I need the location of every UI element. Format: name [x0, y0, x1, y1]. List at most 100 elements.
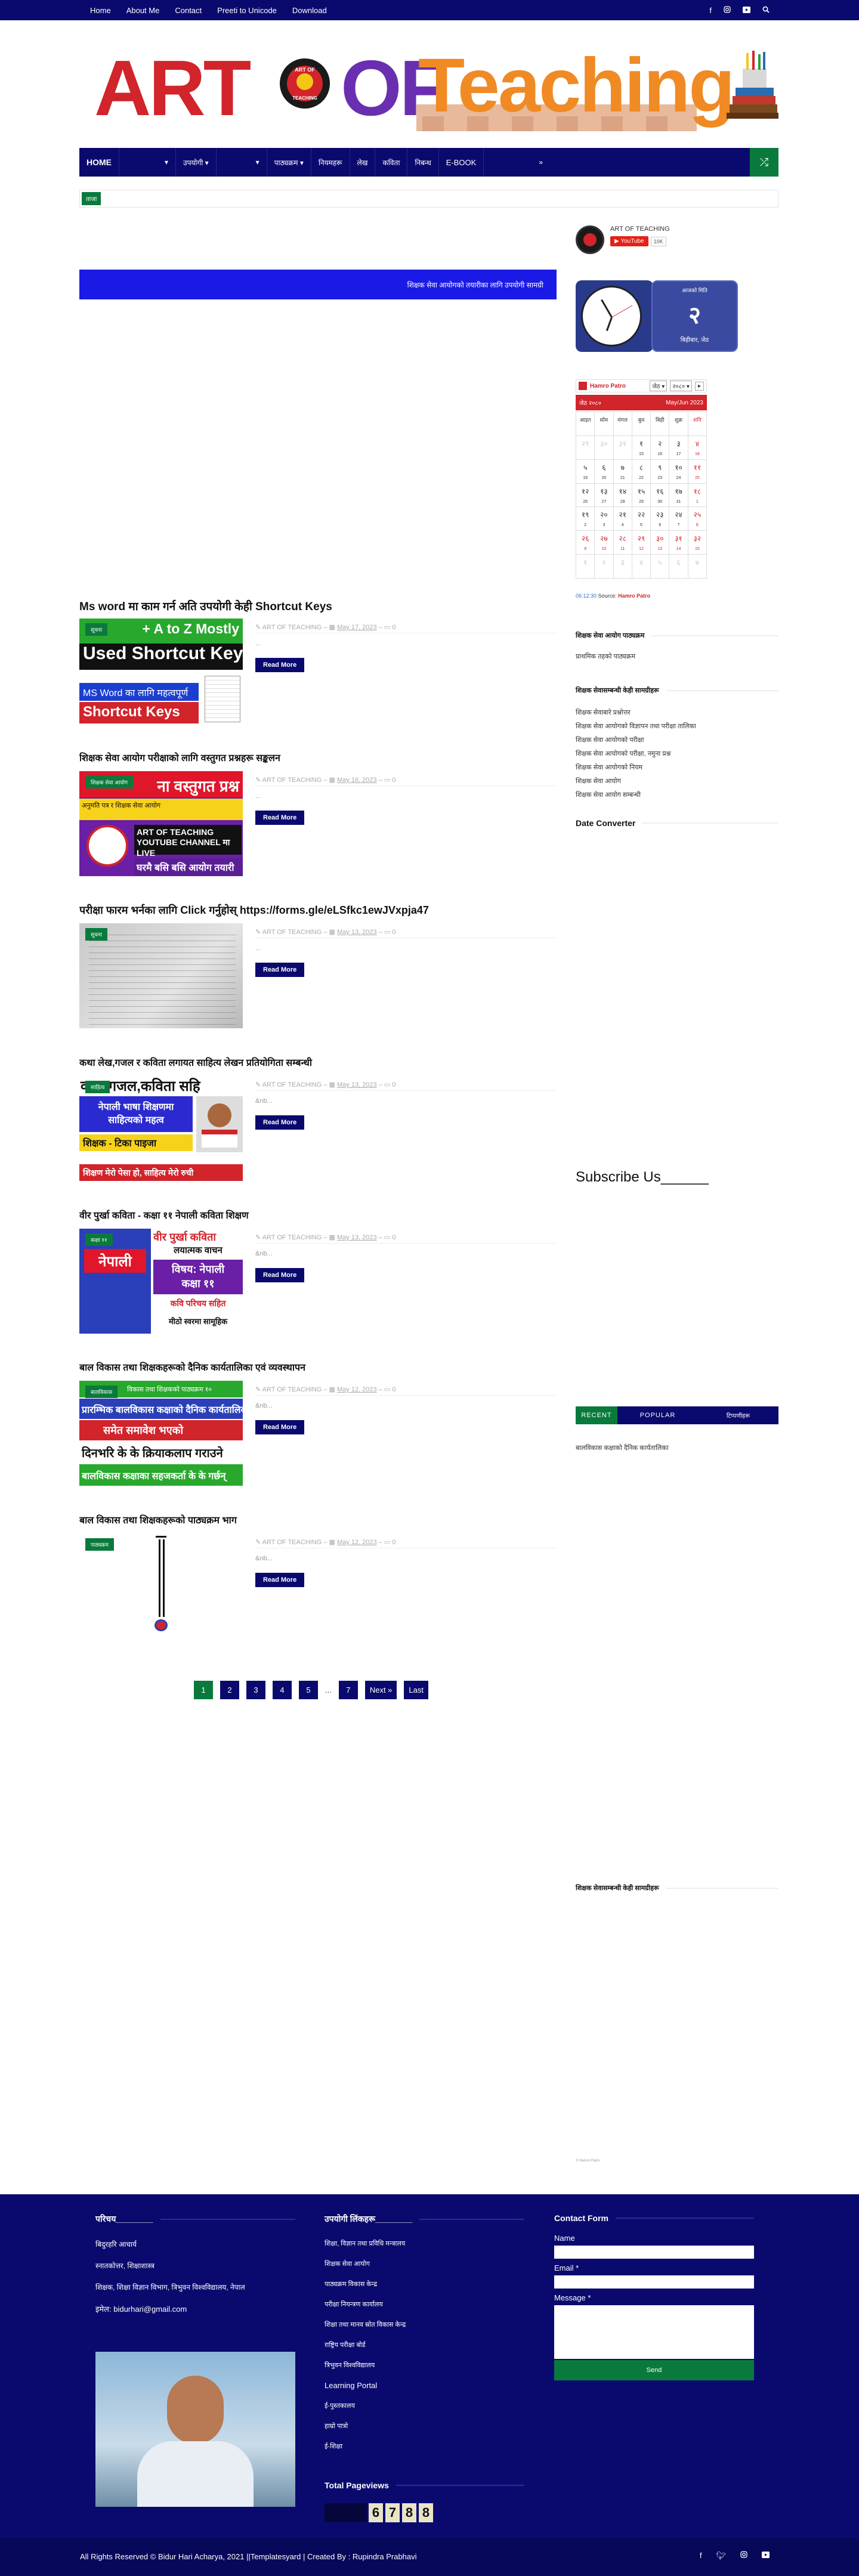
- tab-popular[interactable]: POPULAR: [617, 1406, 698, 1424]
- nav-rules[interactable]: नियमहरू: [311, 148, 350, 177]
- post-comments[interactable]: 0: [392, 1539, 395, 1546]
- post-date[interactable]: May 13, 2023: [337, 929, 377, 936]
- facebook-icon[interactable]: f: [700, 2551, 702, 2560]
- calendar-source-link[interactable]: Hamro Patro: [618, 593, 650, 599]
- marquee-banner[interactable]: शिक्षक सेवा आयोगको तयारीका लागि उपयोगी स…: [79, 270, 557, 299]
- post-title[interactable]: वीर पुर्खा कविता - कक्षा ११ नेपाली कविता…: [79, 1208, 557, 1221]
- post-title[interactable]: कथा लेख,गजल र कविता लगायत साहित्य लेखन प…: [79, 1056, 557, 1069]
- footer-link[interactable]: हाम्रो पात्रो: [325, 2422, 524, 2430]
- post-title[interactable]: बाल विकास तथा शिक्षकहरूको पाठ्यक्रम भाग: [79, 1513, 557, 1526]
- post-date[interactable]: May 12, 2023: [337, 1386, 377, 1393]
- footer-link[interactable]: शिक्षा, विज्ञान तथा प्रविधि मन्त्रालय: [325, 2239, 524, 2248]
- post-category-badge[interactable]: सूचना: [85, 623, 108, 636]
- footer-link[interactable]: शिक्षा तथा मानव स्रोत विकास केन्द्र: [325, 2320, 524, 2329]
- topnav-home[interactable]: Home: [90, 6, 111, 15]
- hamro-patro-brand[interactable]: Hamro Patro: [590, 383, 626, 389]
- link-item[interactable]: शिक्षक सेवाबारे प्रश्नोत्तर: [576, 708, 778, 717]
- footer-link[interactable]: ई-पुस्तकालय: [325, 2401, 524, 2410]
- post-date[interactable]: May 17, 2023: [337, 624, 377, 631]
- nav-more[interactable]: »: [532, 148, 550, 177]
- topnav-contact[interactable]: Contact: [175, 6, 202, 15]
- month-select[interactable]: जेठ ▾: [650, 381, 668, 391]
- post-comments[interactable]: 0: [392, 777, 395, 784]
- post-category-badge[interactable]: पाठ्यक्रम: [85, 1538, 114, 1551]
- post-title[interactable]: बाल विकास तथा शिक्षकहरूको दैनिक कार्यताल…: [79, 1360, 557, 1374]
- footer-link[interactable]: Learning Portal: [325, 2381, 524, 2390]
- post-author[interactable]: ART OF TEACHING: [262, 1081, 322, 1088]
- post-date[interactable]: May 12, 2023: [337, 1539, 377, 1546]
- page-1[interactable]: 1: [194, 1681, 213, 1699]
- post-comments[interactable]: 0: [392, 1234, 395, 1241]
- post-author[interactable]: ART OF TEACHING: [262, 1234, 322, 1241]
- name-field[interactable]: [554, 2246, 754, 2259]
- facebook-icon[interactable]: f: [709, 6, 712, 15]
- page-4[interactable]: 4: [273, 1681, 292, 1699]
- nav-poems[interactable]: कविता: [375, 148, 408, 177]
- post-date[interactable]: May 13, 2023: [337, 1081, 377, 1088]
- send-button[interactable]: Send: [554, 2360, 754, 2380]
- page-2[interactable]: 2: [220, 1681, 239, 1699]
- post-category-badge[interactable]: साहित्य: [85, 1081, 110, 1093]
- post-author[interactable]: ART OF TEACHING: [262, 929, 322, 936]
- post-comments[interactable]: 0: [392, 929, 395, 936]
- year-select[interactable]: २०८० ▾: [670, 381, 692, 391]
- post-category-badge[interactable]: बालविकास: [85, 1386, 118, 1398]
- post-title[interactable]: परीक्षा फारम भर्नका लागि Click गर्नुहोस्…: [79, 903, 557, 917]
- read-more-button[interactable]: Read More: [255, 1420, 305, 1434]
- read-more-button[interactable]: Read More: [255, 1115, 305, 1130]
- footer-link[interactable]: त्रिभुवन विश्वविद्यालय: [325, 2361, 524, 2370]
- tab-comments[interactable]: टिप्पणीहरू: [698, 1406, 778, 1424]
- post-author[interactable]: ART OF TEACHING: [262, 1386, 322, 1393]
- link-item[interactable]: शिक्षक सेवा आयोग: [576, 777, 778, 786]
- email-field[interactable]: [554, 2275, 754, 2289]
- nav-ebook[interactable]: E-BOOK: [439, 148, 484, 177]
- last-page-button[interactable]: Last: [404, 1681, 428, 1699]
- read-more-button[interactable]: Read More: [255, 963, 305, 977]
- link-item[interactable]: शिक्षक सेवा आयोगको परीक्षा, नमुना प्रश्न: [576, 749, 778, 758]
- instagram-icon[interactable]: [740, 2551, 747, 2560]
- link-item[interactable]: शिक्षक सेवा आयोग सम्बन्धी: [576, 790, 778, 799]
- link-item[interactable]: शिक्षक सेवा आयोगको परीक्षा: [576, 735, 778, 744]
- tab-recent[interactable]: RECENT: [576, 1406, 617, 1424]
- nav-articles[interactable]: लेख: [350, 148, 376, 177]
- footer-link[interactable]: ई-शिक्षा: [325, 2442, 524, 2451]
- post-category-badge[interactable]: शिक्षक सेवा आयोग: [85, 776, 134, 788]
- post-date[interactable]: May 16, 2023: [337, 777, 377, 784]
- post-category-badge[interactable]: सूचना: [85, 928, 108, 941]
- post-category-badge[interactable]: कक्षा ११: [85, 1233, 113, 1246]
- post-title[interactable]: शिक्षक सेवा आयोग परीक्षाको लागि वस्तुगत …: [79, 751, 557, 764]
- calendar-next-button[interactable]: ▸: [694, 381, 704, 391]
- footer-link[interactable]: राष्ट्रिय परीक्षा बोर्ड: [325, 2340, 524, 2349]
- footer-link[interactable]: शिक्षक सेवा आयोग: [325, 2259, 524, 2268]
- youtube-subscribe[interactable]: ▶ YouTube 10K: [610, 236, 666, 246]
- topnav-download[interactable]: Download: [292, 6, 327, 15]
- footer-link[interactable]: परीक्षा नियन्त्रण कार्यालय: [325, 2300, 524, 2309]
- nav-dropdown-useful[interactable]: उपयोगी ▾: [176, 148, 217, 177]
- post-comments[interactable]: 0: [392, 1081, 395, 1088]
- footer-link[interactable]: पाठ्यक्रम विकास केन्द्र: [325, 2280, 524, 2289]
- post-title[interactable]: Ms word मा काम गर्न अति उपयोगी केही Shor…: [79, 598, 557, 614]
- youtube-icon[interactable]: [762, 2551, 770, 2560]
- post-comments[interactable]: 0: [392, 624, 395, 631]
- nav-dropdown-curriculum[interactable]: पाठ्यक्रम ▾: [267, 148, 311, 177]
- channel-name[interactable]: ART OF TEACHING: [610, 225, 670, 233]
- post-author[interactable]: ART OF TEACHING: [262, 624, 322, 631]
- search-icon[interactable]: [762, 6, 770, 15]
- twitter-icon[interactable]: 🐦︎: [716, 2551, 726, 2560]
- read-more-button[interactable]: Read More: [255, 658, 305, 672]
- link-item[interactable]: शिक्षक सेवा आयोगको नियम: [576, 763, 778, 772]
- read-more-button[interactable]: Read More: [255, 811, 305, 825]
- page-3[interactable]: 3: [246, 1681, 265, 1699]
- nav-home[interactable]: HOME: [79, 148, 119, 177]
- shuffle-icon[interactable]: ⤮: [750, 148, 778, 177]
- link-item[interactable]: शिक्षक सेवा आयोगको विज्ञापन तथा परीक्षा …: [576, 722, 778, 731]
- post-date[interactable]: May 13, 2023: [337, 1234, 377, 1241]
- topnav-preeti[interactable]: Preeti to Unicode: [217, 6, 277, 15]
- post-author[interactable]: ART OF TEACHING: [262, 777, 322, 784]
- tab-item[interactable]: बालविकास कक्षाको दैनिक कार्यतालिका: [576, 1443, 778, 1452]
- read-more-button[interactable]: Read More: [255, 1573, 305, 1587]
- nav-dropdown-3[interactable]: ▾: [217, 148, 267, 177]
- read-more-button[interactable]: Read More: [255, 1268, 305, 1282]
- post-comments[interactable]: 0: [392, 1386, 395, 1393]
- topnav-about[interactable]: About Me: [126, 6, 160, 15]
